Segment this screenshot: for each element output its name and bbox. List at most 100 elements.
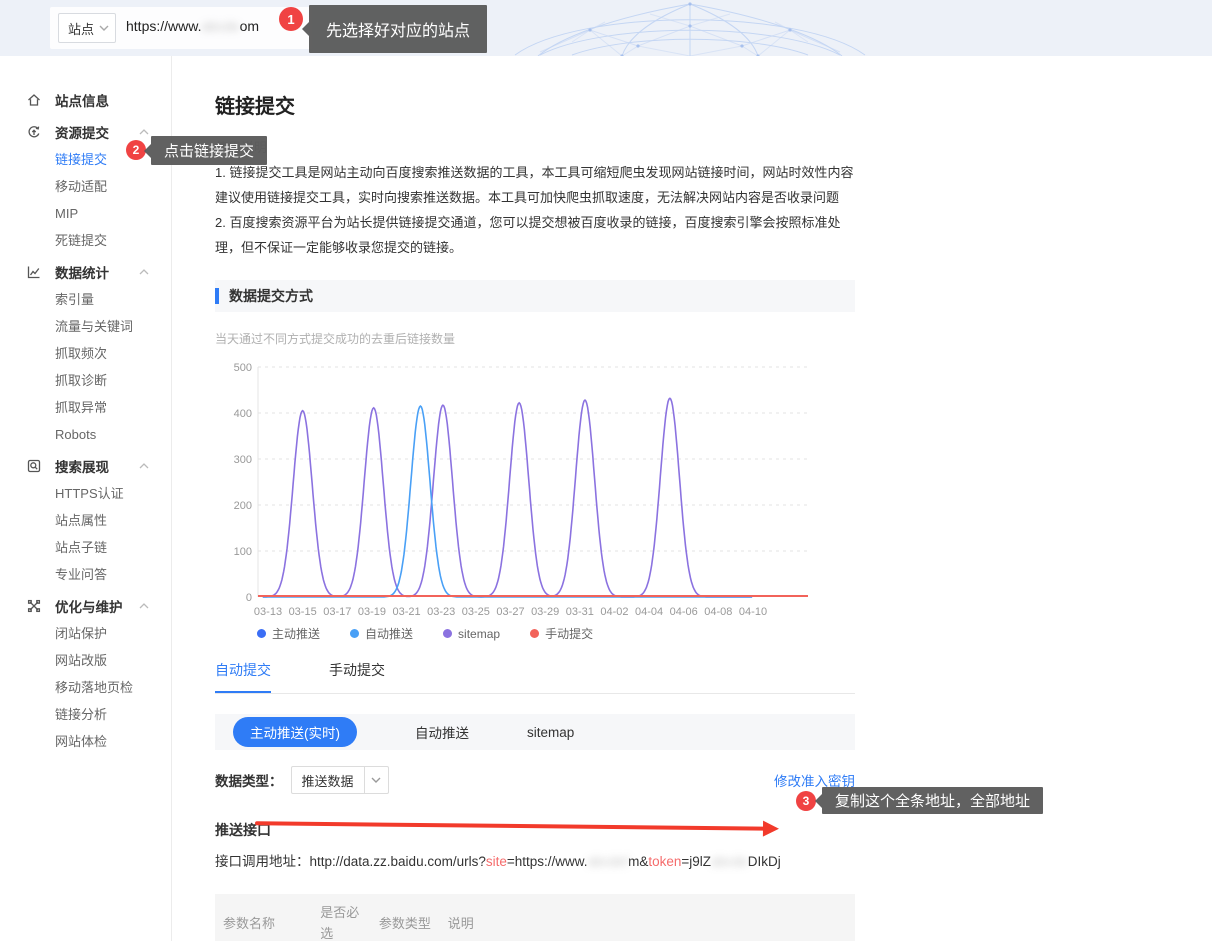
table-header-cell: 参数名称 [215,894,312,941]
chart-subtitle: 当天通过不同方式提交成功的去重后链接数量 [215,330,855,347]
svg-text:04-08: 04-08 [704,606,732,618]
svg-text:300: 300 [234,454,252,466]
submit-mode-tabs: 自动提交 手动提交 [215,660,855,694]
legend-dot [443,629,452,638]
sidebar-item-移动落地页检[interactable]: 移动落地页检 [26,674,171,701]
sidebar-item-网站体检[interactable]: 网站体检 [26,728,171,755]
sidebar-item-label: 网站体检 [55,734,107,749]
svg-text:04-02: 04-02 [600,606,628,618]
legend-item-手动提交[interactable]: 手动提交 [530,625,593,642]
step-1-tooltip: 先选择好对应的站点 [309,5,487,53]
site-url-redacted: abcde [201,18,239,34]
chart-legend: 主动推送 自动推送 sitemap 手动提交 [215,625,855,642]
home-icon [26,92,42,108]
table-header-cell: 参数类型 [371,894,440,941]
svg-text:04-06: 04-06 [670,606,698,618]
svg-text:03-19: 03-19 [358,606,386,618]
sidebar-section-label: 资源提交 [55,122,139,142]
sidebar-item-label: 抓取异常 [55,400,107,415]
svg-text:100: 100 [234,546,252,558]
chevron-down-icon [99,25,109,31]
usage-heading: 使用说明 [215,135,855,160]
sidebar-item-label: 网站改版 [55,653,107,668]
sidebar-section-label: 数据统计 [55,262,139,282]
sidebar-section-数据统计[interactable]: 数据统计 [26,258,171,286]
legend-item-主动推送[interactable]: 主动推送 [257,625,320,642]
search-display-icon [26,458,42,474]
sidebar-item-label: 站点子链 [55,540,107,555]
data-type-select[interactable]: 推送数据 [291,766,389,794]
legend-dot [257,629,266,638]
legend-dot [350,629,359,638]
sidebar-item-网站改版[interactable]: 网站改版 [26,647,171,674]
table-header-row: 参数名称是否必选参数类型说明 [215,894,855,941]
sidebar-section-资源提交[interactable]: 资源提交 [26,118,171,146]
main-content: 链接提交 使用说明 1. 链接提交工具是网站主动向百度搜索推送数据的工具，本工具… [172,56,1212,941]
usage-paragraph-2: 2. 百度搜索资源平台为站长提供链接提交通道，您可以提交想被百度收录的链接，百度… [215,210,855,260]
sidebar-item-Robots[interactable]: Robots [26,421,171,448]
sidebar-section-搜索展现[interactable]: 搜索展现 [26,452,171,480]
api-token-redacted: abcde [711,854,748,869]
svg-text:04-04: 04-04 [635,606,663,618]
optimize-icon [26,598,42,614]
subtab-主动推送(实时)[interactable]: 主动推送(实时) [233,717,357,747]
sidebar-item-抓取异常[interactable]: 抓取异常 [26,394,171,421]
chevron-up-icon [139,129,149,135]
sidebar-section-label: 站点信息 [55,90,171,110]
sidebar-item-抓取诊断[interactable]: 抓取诊断 [26,367,171,394]
sidebar: 站点信息资源提交链接提交移动适配MIP死链提交数据统计索引量流量与关键词抓取频次… [0,56,172,941]
svg-text:200: 200 [234,500,252,512]
site-selector[interactable]: 站点 [58,13,116,43]
sidebar-item-抓取频次[interactable]: 抓取频次 [26,340,171,367]
chevron-up-icon [139,463,149,469]
legend-item-自动推送[interactable]: 自动推送 [350,625,413,642]
sidebar-item-label: 移动适配 [55,179,107,194]
sidebar-item-流量与关键词[interactable]: 流量与关键词 [26,313,171,340]
table-header-cell: 是否必选 [312,894,371,941]
svg-text:03-25: 03-25 [462,606,490,618]
legend-label: 主动推送 [272,625,320,642]
sidebar-item-索引量[interactable]: 索引量 [26,286,171,313]
table-header-cell: 说明 [440,894,855,941]
tab-手动提交[interactable]: 手动提交 [329,660,385,693]
svg-text:03-17: 03-17 [323,606,351,618]
chevron-up-icon [139,603,149,609]
chevron-down-icon [364,767,388,793]
sidebar-item-HTTPS认证[interactable]: HTTPS认证 [26,480,171,507]
step-1-badge: 1 [279,7,303,31]
sidebar-section-站点信息[interactable]: 站点信息 [26,86,171,114]
site-selector-label: 站点 [68,19,99,38]
auto-submit-subtabs: 主动推送(实时) 自动推送 sitemap [215,714,855,750]
sidebar-item-闭站保护[interactable]: 闭站保护 [26,620,171,647]
sidebar-item-站点属性[interactable]: 站点属性 [26,507,171,534]
svg-text:03-31: 03-31 [566,606,594,618]
sidebar-item-移动适配[interactable]: 移动适配 [26,173,171,200]
data-type-label: 数据类型： [215,770,283,790]
submit-icon [26,124,42,140]
chevron-up-icon [139,269,149,275]
sidebar-item-死链提交[interactable]: 死链提交 [26,227,171,254]
data-type-value: 推送数据 [292,767,364,793]
api-site-redacted: abcdef [588,854,629,869]
globe-wireframe-graphic [510,0,870,56]
sidebar-item-label: 移动落地页检 [55,680,133,695]
token-param: token [648,854,681,869]
sidebar-item-label: 抓取诊断 [55,373,107,388]
sidebar-item-专业问答[interactable]: 专业问答 [26,561,171,588]
legend-item-sitemap[interactable]: sitemap [443,625,500,642]
svg-text:03-27: 03-27 [496,606,524,618]
sidebar-section-label: 优化与维护 [55,596,139,616]
sidebar-item-链接分析[interactable]: 链接分析 [26,701,171,728]
sidebar-item-站点子链[interactable]: 站点子链 [26,534,171,561]
step-3-badge: 3 [796,791,816,811]
sidebar-item-MIP[interactable]: MIP [26,200,171,227]
submission-line-chart: 500400300200100003-1303-1503-1703-1903-2… [215,353,855,621]
subtab-自动推送[interactable]: 自动推送 [415,722,469,742]
tab-自动提交[interactable]: 自动提交 [215,660,271,693]
subtab-sitemap[interactable]: sitemap [527,725,574,740]
svg-text:03-23: 03-23 [427,606,455,618]
svg-text:03-13: 03-13 [254,606,282,618]
top-banner: 站点 https://www.abcdeom [0,0,1212,56]
svg-text:03-29: 03-29 [531,606,559,618]
sidebar-section-优化与维护[interactable]: 优化与维护 [26,592,171,620]
